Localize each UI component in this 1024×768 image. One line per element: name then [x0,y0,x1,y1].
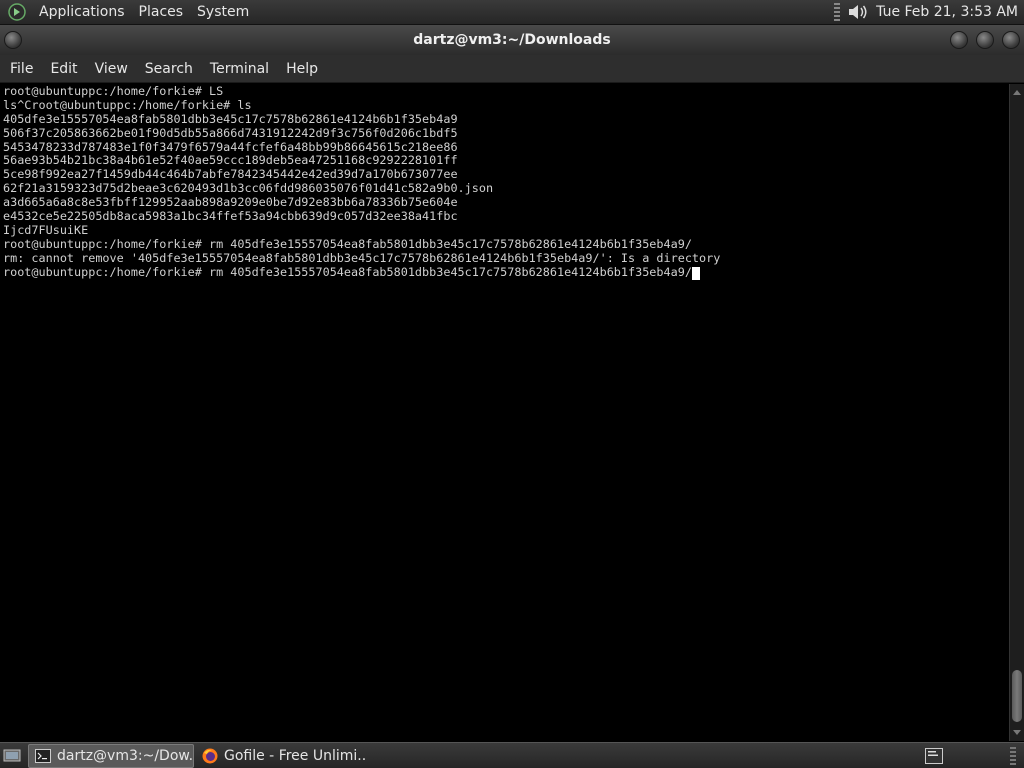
window-titlebar[interactable]: dartz@vm3:~/Downloads [0,25,1024,55]
text-cursor [691,266,700,280]
terminal-line: a3d665a6a8c8e53fbff129952aab898a9209e0be… [3,195,458,210]
terminal-input[interactable]: root@ubuntuppc:/home/forkie# rm 405dfe3e… [3,265,692,279]
terminal-line: Ijcd7FUsuiKE [3,222,89,237]
taskbar-item-firefox[interactable]: Gofile - Free Unlimi... [196,744,366,768]
applications-menu[interactable]: Applications [32,0,132,25]
system-menu[interactable]: System [190,0,256,25]
menu-view[interactable]: View [88,55,135,83]
terminal-line: 506f37c205863662be01f90d5db55a866d743191… [3,125,458,140]
taskbar-item-label: Gofile - Free Unlimi... [224,747,366,764]
terminal-line: root@ubuntuppc:/home/forkie# LS [3,84,224,98]
menu-search[interactable]: Search [138,55,200,83]
show-desktop-icon[interactable] [2,747,22,765]
terminal-area[interactable]: root@ubuntuppc:/home/forkie# LS ls^Croot@… [0,84,1009,741]
maximize-button[interactable] [976,31,994,49]
scroll-up-icon[interactable] [1013,90,1021,95]
close-button[interactable] [1002,31,1020,49]
terminal-line: 5453478233d787483e1f0f3479f6579a44fcfef6… [3,139,458,154]
bottom-panel: dartz@vm3:~/Dow... Gofile - Free Unlimi.… [0,742,1024,768]
firefox-icon [202,748,218,764]
terminal-output: root@ubuntuppc:/home/forkie# LS ls^Croot@… [3,84,721,280]
terminal-line: 56ae93b54b21bc38a4b61e52f40ae59ccc189deb… [3,153,458,168]
terminal-scrollbar[interactable] [1009,84,1024,741]
terminal-line: ls^Croot@ubuntuppc:/home/forkie# ls [3,97,252,112]
terminal-line: e4532ce5e22505db8aca5983a1bc34ffef53a94c… [3,209,458,224]
terminal-line: rm: cannot remove '405dfe3e15557054ea8fa… [3,250,721,265]
terminal-line: root@ubuntuppc:/home/forkie# rm 405dfe3e… [3,236,692,251]
menu-terminal[interactable]: Terminal [203,55,276,83]
window-title: dartz@vm3:~/Downloads [413,32,611,48]
scrollbar-thumb[interactable] [1012,670,1022,722]
scroll-down-icon[interactable] [1013,730,1021,735]
menubar: File Edit View Search Terminal Help [0,55,1024,83]
gnome-foot-icon[interactable] [6,1,28,23]
taskbar-item-label: dartz@vm3:~/Dow... [57,747,194,764]
tray-handle[interactable] [1010,746,1016,765]
terminal-line: 5ce98f992ea27f1459db44c464b7abfe78423454… [3,167,458,182]
tray-terminal-icon[interactable] [924,747,944,765]
menu-file[interactable]: File [3,55,40,83]
menu-help[interactable]: Help [279,55,325,83]
terminal-icon [35,748,51,764]
taskbar-item-terminal[interactable]: dartz@vm3:~/Dow... [28,743,194,768]
terminal-current-line[interactable]: root@ubuntuppc:/home/forkie# rm 405dfe3e… [3,265,720,280]
clock[interactable]: Tue Feb 21, 3:53 AM [876,4,1024,20]
places-menu[interactable]: Places [132,0,191,25]
minimize-button[interactable] [950,31,968,49]
volume-icon[interactable] [846,1,870,23]
terminal-line: 405dfe3e15557054ea8fab5801dbb3e45c17c757… [3,111,458,126]
menu-edit[interactable]: Edit [43,55,84,83]
panel-handle[interactable] [834,3,841,21]
terminal-line: 62f21a3159323d75d2beae3c620493d1b3cc06fd… [3,181,494,196]
top-panel: Applications Places System Tue Feb 21, 3… [0,0,1024,25]
